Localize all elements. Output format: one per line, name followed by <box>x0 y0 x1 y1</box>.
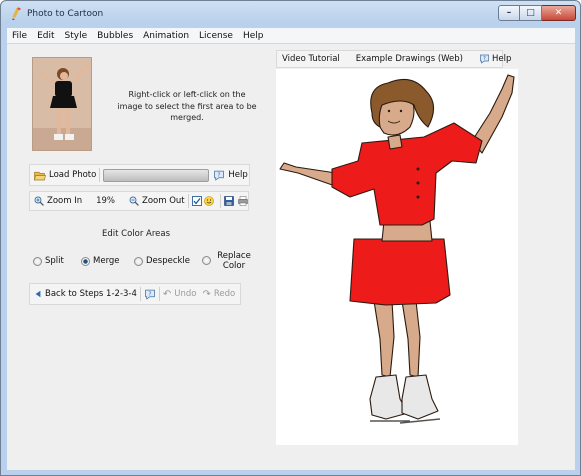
step-toolbar: Back to Steps 1-2-3-4 ? ↶ Undo ↷ Redo <box>29 283 241 305</box>
instructions-text: Right-click or left-click on the image t… <box>117 90 257 122</box>
edit-mode-radio-group: Split Merge Despeckle Replace Color <box>33 250 263 276</box>
help-bubble-icon[interactable]: ? <box>144 289 156 300</box>
minimize-icon: – <box>506 8 512 18</box>
right-help-link[interactable]: ? Help <box>474 54 516 64</box>
cartoon-canvas[interactable] <box>276 69 518 445</box>
redo-label: Redo <box>213 289 236 299</box>
print-icon[interactable] <box>237 196 248 206</box>
radio-replace-color-button[interactable] <box>202 256 211 265</box>
title-bar: Photo to Cartoon – □ ✕ <box>1 1 580 27</box>
radio-split-label: Split <box>45 256 64 266</box>
radio-merge-label: Merge <box>93 256 120 266</box>
zoom-toolbar: Zoom In 19% Zoom Out <box>29 191 249 211</box>
separator <box>219 194 221 208</box>
menu-help[interactable]: Help <box>238 31 269 41</box>
menu-license[interactable]: License <box>194 31 238 41</box>
close-button[interactable]: ✕ <box>542 5 576 21</box>
example-drawings-link[interactable]: Example Drawings (Web) <box>351 54 468 64</box>
separator <box>139 287 141 301</box>
cartoon-figure <box>279 74 515 424</box>
photo-thumbnail[interactable] <box>32 57 92 151</box>
separator <box>158 287 160 301</box>
zoom-in-icon <box>34 196 44 206</box>
help-bubble-icon: ? <box>480 54 489 64</box>
zoom-out-icon <box>129 196 139 206</box>
window-title: Photo to Cartoon <box>27 9 104 19</box>
radio-replace-color[interactable]: Replace Color <box>202 251 254 271</box>
maximize-icon: □ <box>526 8 535 18</box>
load-photo-label: Load Photo <box>49 170 97 180</box>
maximize-button[interactable]: □ <box>520 5 542 21</box>
help-button[interactable]: ? Help <box>213 170 248 181</box>
radio-despeckle-label: Despeckle <box>146 256 191 266</box>
undo-label: Undo <box>174 289 197 299</box>
smiley-icon[interactable] <box>203 196 214 206</box>
redo-button[interactable]: ↷ Redo <box>203 289 236 300</box>
back-to-steps-button[interactable]: Back to Steps 1-2-3-4 <box>34 289 137 299</box>
zoom-in-label: Zoom In <box>47 196 83 206</box>
radio-despeckle[interactable]: Despeckle <box>134 256 190 266</box>
right-help-label: Help <box>491 54 512 64</box>
minimize-button[interactable]: – <box>498 5 520 21</box>
video-tutorial-link[interactable]: Video Tutorial <box>277 54 345 64</box>
zoom-out-label: Zoom Out <box>142 196 185 206</box>
link-toolbar: Video Tutorial Example Drawings (Web) ? … <box>276 50 511 68</box>
edit-color-areas-title: Edit Color Areas <box>102 229 171 239</box>
app-icon <box>12 7 21 20</box>
undo-icon: ↶ <box>162 288 172 300</box>
close-icon: ✕ <box>554 8 563 18</box>
svg-text:?: ? <box>218 172 221 178</box>
client-area: Right-click or left-click on the image t… <box>7 44 575 470</box>
back-to-steps-label: Back to Steps 1-2-3-4 <box>45 289 137 299</box>
radio-split[interactable]: Split <box>33 256 64 266</box>
svg-text:?: ? <box>483 56 486 62</box>
zoom-level: 19% <box>96 196 116 206</box>
checkbox-icon[interactable] <box>191 196 202 206</box>
menu-bar: File Edit Style Bubbles Animation Licens… <box>7 28 575 44</box>
save-icon[interactable] <box>223 196 234 206</box>
undo-button[interactable]: ↶ Undo <box>163 289 197 300</box>
folder-open-icon <box>34 171 46 180</box>
separator <box>99 168 101 182</box>
progress-bar <box>103 168 210 182</box>
help-bubble-icon: ? <box>214 170 225 181</box>
menu-edit[interactable]: Edit <box>32 31 59 41</box>
radio-despeckle-button[interactable] <box>134 257 143 266</box>
back-arrow-icon <box>35 290 41 298</box>
menu-file[interactable]: File <box>7 31 32 41</box>
separator <box>187 194 189 208</box>
zoom-out-button[interactable]: Zoom Out <box>129 196 185 206</box>
redo-icon: ↷ <box>202 288 211 300</box>
radio-merge-button[interactable] <box>81 257 90 266</box>
app-window: Photo to Cartoon – □ ✕ File Edit Style B… <box>0 0 581 476</box>
radio-merge[interactable]: Merge <box>81 256 120 266</box>
help-label: Help <box>228 170 248 180</box>
menu-style[interactable]: Style <box>60 31 93 41</box>
load-photo-button[interactable]: Load Photo <box>34 170 96 181</box>
radio-replace-color-label: Replace Color <box>217 251 251 271</box>
menu-animation[interactable]: Animation <box>138 31 194 41</box>
svg-text:?: ? <box>148 291 151 297</box>
radio-split-button[interactable] <box>33 257 42 266</box>
thumbnail-figure <box>33 58 91 150</box>
load-toolbar: Load Photo ? Help <box>29 164 250 186</box>
menu-bubbles[interactable]: Bubbles <box>92 31 138 41</box>
zoom-in-button[interactable]: Zoom In <box>34 196 82 206</box>
